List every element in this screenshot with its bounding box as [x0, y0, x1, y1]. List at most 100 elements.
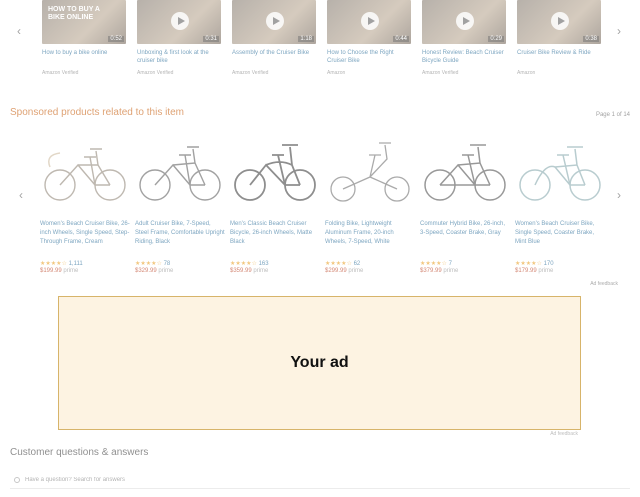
video-thumbnail[interactable]: 0:29	[422, 0, 506, 44]
prime-badge: prime	[253, 268, 269, 274]
video-meta: Amazon Verified	[137, 70, 174, 76]
price-value: $329.99	[135, 268, 157, 274]
stars-icon: ★★★★☆	[40, 261, 67, 267]
product-title[interactable]: Men's Classic Beach Cruiser Bicycle, 26-…	[230, 220, 320, 258]
play-icon[interactable]	[551, 12, 569, 30]
product-price: $359.99 prime	[230, 268, 320, 274]
video-meta: Amazon Verified	[232, 70, 269, 76]
bike-image[interactable]	[135, 135, 225, 207]
qa-search-input[interactable]	[25, 477, 325, 483]
price-value: $299.99	[325, 268, 347, 274]
play-icon[interactable]	[171, 12, 189, 30]
carousel-left-arrow-icon[interactable]: ‹	[12, 16, 26, 46]
prime-badge: prime	[63, 268, 79, 274]
product-title[interactable]: Adult Cruiser Bike, 7-Speed, Steel Frame…	[135, 220, 225, 258]
video-card[interactable]: 0:29 Honest Review: Beach Cruiser Bicycl…	[422, 0, 506, 84]
review-count[interactable]: 7	[449, 261, 452, 267]
bike-image[interactable]	[40, 135, 130, 207]
video-meta: Amazon Verified	[42, 70, 79, 76]
product-rating[interactable]: ★★★★☆ 1,111	[40, 260, 130, 267]
carousel-right-arrow-icon[interactable]: ›	[612, 16, 626, 46]
stars-icon: ★★★★☆	[515, 261, 542, 267]
product-card[interactable]: Folding Bike, Lightweight Aluminum Frame…	[325, 135, 415, 285]
search-icon	[14, 477, 20, 483]
price-value: $359.99	[230, 268, 252, 274]
product-card[interactable]: Men's Classic Beach Cruiser Bicycle, 26-…	[230, 135, 320, 285]
qa-heading: Customer questions & answers	[10, 447, 149, 458]
video-duration: 0:38	[583, 36, 599, 42]
stars-icon: ★★★★☆	[420, 261, 447, 267]
product-title[interactable]: Women's Beach Cruiser Bike, 26-inch Whee…	[40, 220, 130, 258]
bike-image[interactable]	[325, 135, 415, 207]
bike-image[interactable]	[420, 135, 510, 207]
video-thumbnail[interactable]: HOW TO BUY A BIKE ONLINE 0:52	[42, 0, 126, 44]
review-count[interactable]: 62	[354, 261, 361, 267]
video-title[interactable]: Assembly of the Cruiser Bike	[232, 49, 316, 65]
video-title[interactable]: Honest Review: Beach Cruiser Bicycle Gui…	[422, 49, 506, 65]
video-thumbnail[interactable]: 1:18	[232, 0, 316, 44]
stars-icon: ★★★★☆	[230, 261, 257, 267]
product-price: $329.99 prime	[135, 268, 225, 274]
bike-image[interactable]	[230, 135, 320, 207]
review-count[interactable]: 163	[259, 261, 269, 267]
product-card[interactable]: Adult Cruiser Bike, 7-Speed, Steel Frame…	[135, 135, 225, 285]
bike-image[interactable]	[515, 135, 605, 207]
prime-badge: prime	[348, 268, 364, 274]
video-card[interactable]: 0:44 How to Choose the Right Cruiser Bik…	[327, 0, 411, 84]
product-rating[interactable]: ★★★★☆ 170	[515, 260, 605, 267]
product-card[interactable]: Women's Beach Cruiser Bike, Single Speed…	[515, 135, 605, 285]
product-rating[interactable]: ★★★★☆ 7	[420, 260, 510, 267]
stars-icon: ★★★★☆	[135, 261, 162, 267]
video-card[interactable]: 0:31 Unboxing & first look at the cruise…	[137, 0, 221, 84]
video-thumbnail[interactable]: 0:44	[327, 0, 411, 44]
video-thumbnail[interactable]: 0:38	[517, 0, 601, 44]
product-title[interactable]: Commuter Hybrid Bike, 26-inch, 3-Speed, …	[420, 220, 510, 258]
prime-badge: prime	[538, 268, 554, 274]
product-card[interactable]: Women's Beach Cruiser Bike, 26-inch Whee…	[40, 135, 130, 285]
ad-feedback-link[interactable]: Ad feedback	[590, 281, 618, 287]
play-icon[interactable]	[361, 12, 379, 30]
product-title[interactable]: Folding Bike, Lightweight Aluminum Frame…	[325, 220, 415, 258]
play-icon[interactable]	[456, 12, 474, 30]
review-count[interactable]: 1,111	[69, 261, 83, 267]
product-price: $199.99 prime	[40, 268, 130, 274]
products-right-arrow-icon[interactable]: ›	[612, 180, 626, 210]
video-duration: 1:18	[298, 36, 314, 42]
your-ad-label: Your ad	[290, 354, 349, 371]
qa-search[interactable]	[14, 474, 414, 486]
sponsored-heading: Sponsored products related to this item	[10, 107, 184, 118]
product-price: $179.99 prime	[515, 268, 605, 274]
product-rating[interactable]: ★★★★☆ 78	[135, 260, 225, 267]
video-duration: 0:44	[393, 36, 409, 42]
video-title[interactable]: How to Choose the Right Cruiser Bike	[327, 49, 411, 65]
video-thumbnail[interactable]: 0:31	[137, 0, 221, 44]
review-count[interactable]: 78	[164, 261, 171, 267]
product-rating[interactable]: ★★★★☆ 62	[325, 260, 415, 267]
ad-box-feedback-link[interactable]: Ad feedback	[550, 431, 578, 437]
carousel-page-count: Page 1 of 14	[595, 112, 630, 118]
your-ad-box[interactable]: Your ad	[58, 296, 581, 430]
video-title[interactable]: Cruiser Bike Review & Ride	[517, 49, 601, 65]
product-title[interactable]: Women's Beach Cruiser Bike, Single Speed…	[515, 220, 605, 258]
video-card[interactable]: 1:18 Assembly of the Cruiser Bike Amazon…	[232, 0, 316, 84]
video-card[interactable]: 0:38 Cruiser Bike Review & Ride Amazon	[517, 0, 601, 84]
divider	[10, 488, 630, 489]
price-value: $179.99	[515, 268, 537, 274]
video-duration: 0:29	[488, 36, 504, 42]
video-card[interactable]: HOW TO BUY A BIKE ONLINE 0:52 How to buy…	[42, 0, 126, 84]
video-carousel: ‹ › HOW TO BUY A BIKE ONLINE 0:52 How to…	[0, 0, 640, 90]
stars-icon: ★★★★☆	[325, 261, 352, 267]
play-icon[interactable]	[266, 12, 284, 30]
video-title[interactable]: Unboxing & first look at the cruiser bik…	[137, 49, 221, 65]
price-value: $379.99	[420, 268, 442, 274]
product-rating[interactable]: ★★★★☆ 163	[230, 260, 320, 267]
review-count[interactable]: 170	[544, 261, 554, 267]
product-price: $379.99 prime	[420, 268, 510, 274]
prime-badge: prime	[443, 268, 459, 274]
video-meta: Amazon	[327, 70, 346, 76]
video-meta: Amazon	[517, 70, 536, 76]
video-meta: Amazon Verified	[422, 70, 459, 76]
products-left-arrow-icon[interactable]: ‹	[14, 180, 28, 210]
product-card[interactable]: Commuter Hybrid Bike, 26-inch, 3-Speed, …	[420, 135, 510, 285]
video-title[interactable]: How to buy a bike online	[42, 49, 126, 65]
